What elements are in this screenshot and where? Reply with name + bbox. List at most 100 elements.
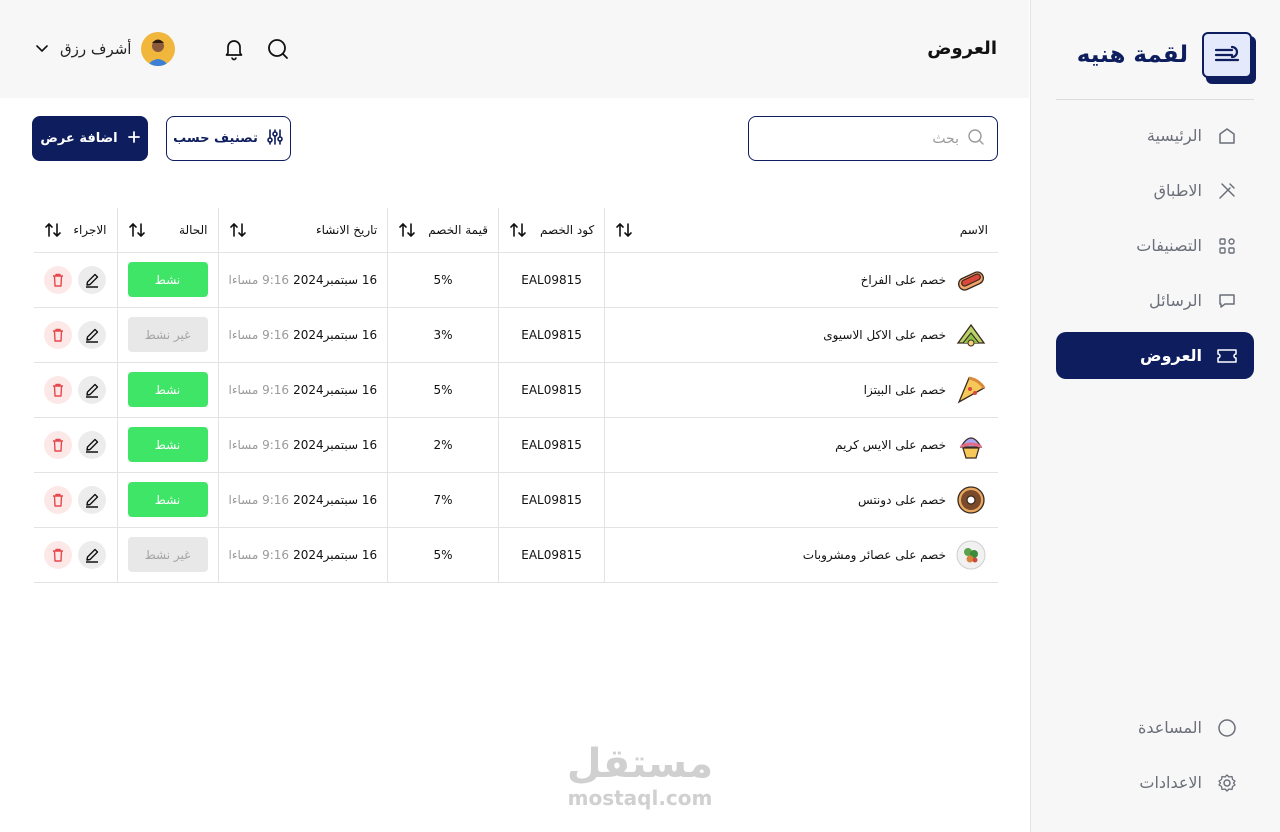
sort-arrows-icon[interactable] — [615, 221, 633, 239]
offer-code: EAL09815 — [498, 362, 606, 418]
offer-date: 16 سبتمبر2024 — [293, 272, 378, 287]
edit-icon[interactable] — [78, 265, 107, 294]
table-row[interactable]: خصم على عصائر ومشروبات EAL09815 5% 16 سب… — [34, 527, 998, 583]
avatar — [141, 32, 176, 66]
donut-icon — [954, 483, 988, 517]
offer-time: 9:16 مساءا — [228, 492, 290, 507]
edit-icon[interactable] — [78, 540, 107, 569]
status-badge[interactable]: غير نشط — [127, 317, 208, 352]
search-icon[interactable] — [265, 36, 291, 62]
offer-discount: 3% — [387, 307, 499, 363]
offer-discount: 5% — [387, 252, 499, 308]
offer-date: 16 سبتمبر2024 — [293, 327, 378, 342]
sidebar-item-messages[interactable]: الرسائل — [1056, 277, 1254, 324]
sort-arrows-icon[interactable] — [44, 221, 62, 239]
sidebar-nav: الرئيسية الاطباق التصنيفات الرسائل العرو… — [1056, 112, 1254, 387]
offer-time: 9:16 مساءا — [228, 547, 290, 562]
add-offer-button[interactable]: اضافة عرض — [32, 116, 148, 161]
sidebar-item-label: العروض — [1140, 346, 1202, 365]
sidebar: لقمة هنيه الرئيسية الاطباق التصنيفات الر… — [1030, 0, 1280, 832]
sidebar-item-help[interactable]: المساعدة — [1056, 704, 1254, 751]
salad-icon — [954, 538, 988, 572]
table-row[interactable]: خصم على الاكل الاسيوى EAL09815 3% 16 سبت… — [34, 307, 998, 363]
offer-name: خصم على دونتس — [858, 492, 946, 507]
watermark-arabic: مستقل — [566, 741, 714, 787]
edit-icon[interactable] — [78, 320, 107, 349]
offer-name: خصم على الاكل الاسيوى — [823, 327, 946, 342]
sidebar-item-label: الرسائل — [1149, 291, 1202, 310]
table-header-row: الاسم كود الخصم قيمة الخصم تاريخ الانشاء… — [34, 208, 998, 253]
offer-discount: 2% — [387, 417, 499, 473]
dumpling-icon — [954, 318, 988, 352]
offer-time: 9:16 مساءا — [228, 327, 290, 342]
offer-discount: 5% — [387, 362, 499, 418]
sidebar-item-offers[interactable]: العروض — [1056, 332, 1254, 379]
sort-arrows-icon[interactable] — [509, 221, 527, 239]
categories-icon — [1216, 235, 1238, 257]
status-badge[interactable]: نشط — [127, 262, 208, 297]
sidebar-item-label: الاطباق — [1153, 181, 1202, 200]
help-icon — [1216, 717, 1238, 739]
bell-icon[interactable] — [221, 36, 247, 62]
watermark: مستقل mostaql.com — [560, 742, 720, 810]
offer-date: 16 سبتمبر2024 — [293, 547, 378, 562]
table-row[interactable]: خصم على الفراخ EAL09815 5% 16 سبتمبر2024… — [34, 252, 998, 308]
sidebar-item-categories[interactable]: التصنيفات — [1056, 222, 1254, 269]
sort-arrows-icon[interactable] — [128, 221, 146, 239]
watermark-latin: mostaql.com — [567, 786, 713, 810]
search-icon — [967, 128, 985, 150]
offer-date: 16 سبتمبر2024 — [293, 382, 378, 397]
trash-icon[interactable] — [44, 485, 73, 514]
top-header: العروض أشرف رزق — [0, 0, 1029, 98]
column-header-code[interactable]: كود الخصم — [498, 208, 606, 253]
edit-icon[interactable] — [78, 485, 107, 514]
sort-arrows-icon[interactable] — [229, 221, 247, 239]
trash-icon[interactable] — [44, 540, 73, 569]
sidebar-bottom: المساعدة الاعدادات — [1056, 704, 1254, 814]
edit-icon[interactable] — [78, 430, 107, 459]
column-header-status[interactable]: الحالة — [117, 208, 219, 253]
column-header-date[interactable]: تاريخ الانشاء — [218, 208, 389, 253]
home-icon — [1216, 125, 1238, 147]
offer-code: EAL09815 — [498, 252, 606, 308]
user-name: أشرف رزق — [60, 40, 132, 58]
sidebar-item-dishes[interactable]: الاطباق — [1056, 167, 1254, 214]
brand-name: لقمة هنيه — [1076, 42, 1188, 68]
column-header-name[interactable]: الاسم — [604, 208, 998, 253]
trash-icon[interactable] — [44, 265, 73, 294]
trash-icon[interactable] — [44, 375, 73, 404]
search-input[interactable] — [769, 130, 959, 147]
trash-icon[interactable] — [44, 320, 73, 349]
column-header-discount[interactable]: قيمة الخصم — [387, 208, 499, 253]
brand[interactable]: لقمة هنيه — [1056, 32, 1256, 100]
offer-name: خصم على عصائر ومشروبات — [802, 547, 946, 562]
edit-icon[interactable] — [78, 375, 107, 404]
offer-time: 9:16 مساءا — [228, 382, 290, 397]
sidebar-item-label: الرئيسية — [1146, 126, 1202, 145]
hotdog-icon — [954, 263, 988, 297]
status-badge[interactable]: غير نشط — [127, 537, 208, 572]
chevron-down-icon[interactable] — [34, 41, 50, 57]
offer-name: خصم على الايس كريم — [835, 437, 946, 452]
table-row[interactable]: خصم على دونتس EAL09815 7% 16 سبتمبر2024 9… — [34, 472, 998, 528]
offer-code: EAL09815 — [498, 417, 606, 473]
sort-arrows-icon[interactable] — [398, 221, 416, 239]
sidebar-item-label: التصنيفات — [1136, 236, 1202, 255]
status-badge[interactable]: نشط — [127, 427, 208, 462]
pizza-icon — [954, 373, 988, 407]
offer-date: 16 سبتمبر2024 — [293, 437, 378, 452]
trash-icon[interactable] — [44, 430, 73, 459]
sidebar-item-settings[interactable]: الاعدادات — [1056, 759, 1254, 806]
offer-name: خصم على البيتزا — [863, 382, 946, 397]
status-badge[interactable]: نشط — [127, 482, 208, 517]
search-box[interactable] — [748, 116, 998, 161]
table-row[interactable]: خصم على البيتزا EAL09815 5% 16 سبتمبر202… — [34, 362, 998, 418]
table-row[interactable]: خصم على الايس كريم EAL09815 2% 16 سبتمبر… — [34, 417, 998, 473]
status-badge[interactable]: نشط — [127, 372, 208, 407]
column-header-actions[interactable]: الاجراء — [34, 208, 118, 253]
user-menu[interactable]: أشرف رزق — [34, 32, 176, 66]
offer-time: 9:16 مساءا — [228, 272, 290, 287]
sidebar-item-home[interactable]: الرئيسية — [1056, 112, 1254, 159]
sort-button[interactable]: تصنيف حسب — [166, 116, 291, 161]
page-title: العروض — [927, 38, 997, 59]
